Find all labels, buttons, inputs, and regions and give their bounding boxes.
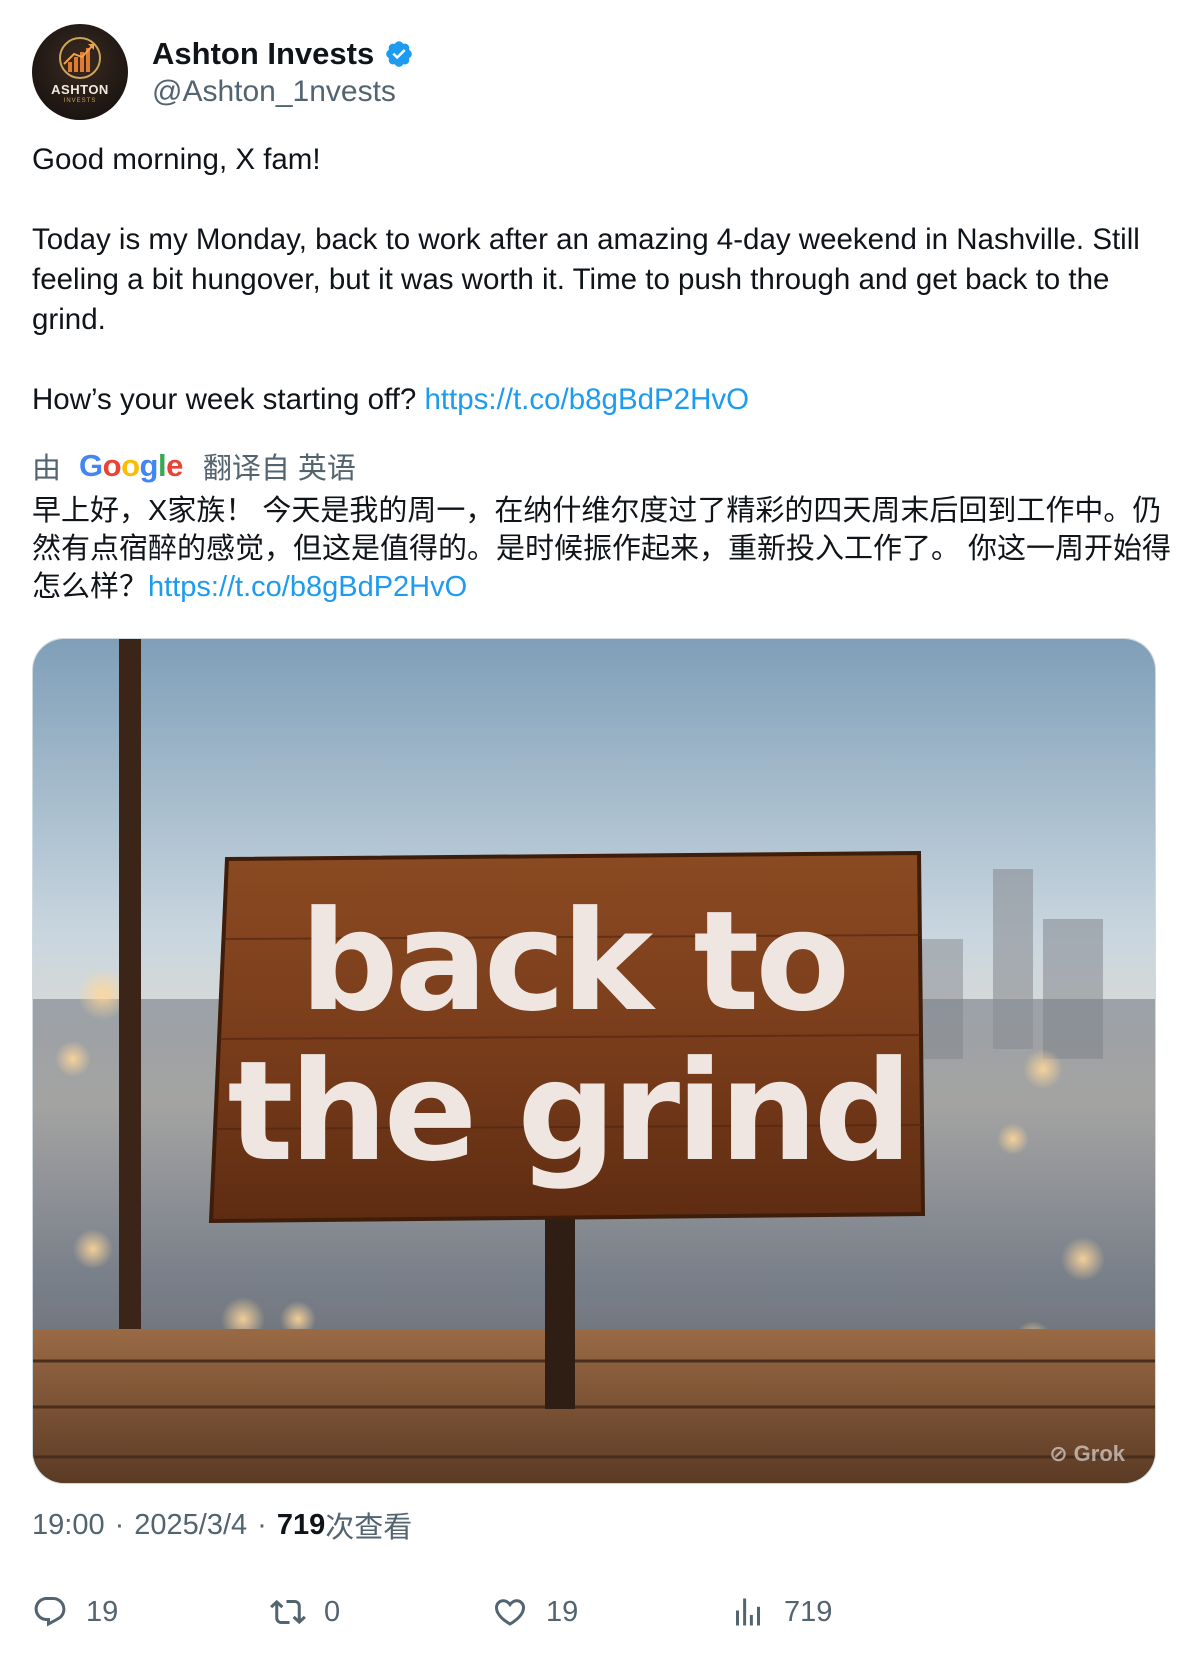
meta-separator: ·: [257, 1508, 267, 1541]
repost-count: 0: [324, 1595, 341, 1628]
reply-count: 19: [86, 1595, 119, 1628]
google-logo-letter: o: [102, 448, 122, 483]
avatar-brand-subtext: INVESTS: [63, 98, 97, 104]
sign-text-line1: back to: [300, 881, 846, 1042]
grok-watermark-text: Grok: [1073, 1441, 1125, 1466]
meta-separator: ·: [114, 1508, 125, 1541]
grok-icon: ⊘: [1049, 1441, 1068, 1466]
tweet-link[interactable]: https://t.co/b8gBdP2HvO: [424, 383, 749, 416]
avatar[interactable]: ASHTON INVESTS: [32, 24, 128, 120]
tweet-time[interactable]: 19:00: [32, 1509, 105, 1542]
action-bar: 19 0 19 719: [32, 1590, 1172, 1634]
views-label: 次查看: [325, 1512, 413, 1544]
translated-link[interactable]: https://t.co/b8gBdP2HvO: [148, 571, 467, 603]
like-count: 19: [546, 1595, 579, 1628]
tweet-image[interactable]: back to the grind ⊘ Grok: [32, 638, 1156, 1484]
views-count: 719: [276, 1508, 326, 1541]
google-logo-letter: G: [79, 448, 103, 483]
views-action-count: 719: [784, 1595, 833, 1628]
analytics-icon: [736, 1598, 760, 1626]
sign-text-line2: the grind: [227, 1031, 908, 1192]
heart-icon: [494, 1599, 526, 1626]
tweet-date[interactable]: 2025/3/4: [134, 1509, 247, 1542]
name-row: Ashton Invests: [152, 35, 414, 73]
translated-text: 早上好，X家族！ 今天是我的周一，在纳什维尔度过了精彩的四天周末后回到工作中。仍…: [32, 492, 1172, 606]
repost-icon: [270, 1599, 306, 1625]
google-logo-letter: l: [157, 448, 167, 483]
display-name[interactable]: Ashton Invests: [152, 36, 374, 72]
reply-icon: [34, 1597, 66, 1627]
translation-attribution[interactable]: 由 Google 翻译自 英语: [32, 446, 356, 486]
google-logo-letter: g: [139, 448, 159, 483]
handle[interactable]: @Ashton_1nvests: [152, 75, 414, 109]
tweet-header: ASHTON INVESTS Ashton Invests @Ashton_1n…: [32, 24, 414, 120]
back-to-grind-sign-image: back to the grind: [33, 639, 1155, 1483]
verified-badge-icon[interactable]: [384, 39, 414, 69]
translation-prefix: 由: [32, 453, 62, 485]
google-logo-letter: o: [121, 448, 140, 483]
views-button[interactable]: 719: [730, 1590, 832, 1634]
tweet-text: Good morning, X fam! Today is my Monday,…: [32, 140, 1172, 420]
avatar-chart-icon: [59, 37, 101, 79]
reply-button[interactable]: 19: [32, 1590, 118, 1634]
google-logo-letter: e: [166, 448, 183, 483]
translation-suffix: 翻译自 英语: [202, 453, 356, 485]
avatar-brand-text: ASHTON: [51, 82, 109, 97]
google-logo-icon: Google: [79, 448, 183, 484]
author-names: Ashton Invests @Ashton_1nvests: [152, 35, 414, 109]
grok-watermark: ⊘ Grok: [1049, 1441, 1125, 1467]
repost-button[interactable]: 0: [270, 1590, 340, 1634]
tweet-meta: 19:00 · 2025/3/4 · 719 次查看: [32, 1505, 412, 1545]
like-button[interactable]: 19: [492, 1590, 578, 1634]
tweet-text-content: Good morning, X fam! Today is my Monday,…: [32, 143, 1140, 416]
